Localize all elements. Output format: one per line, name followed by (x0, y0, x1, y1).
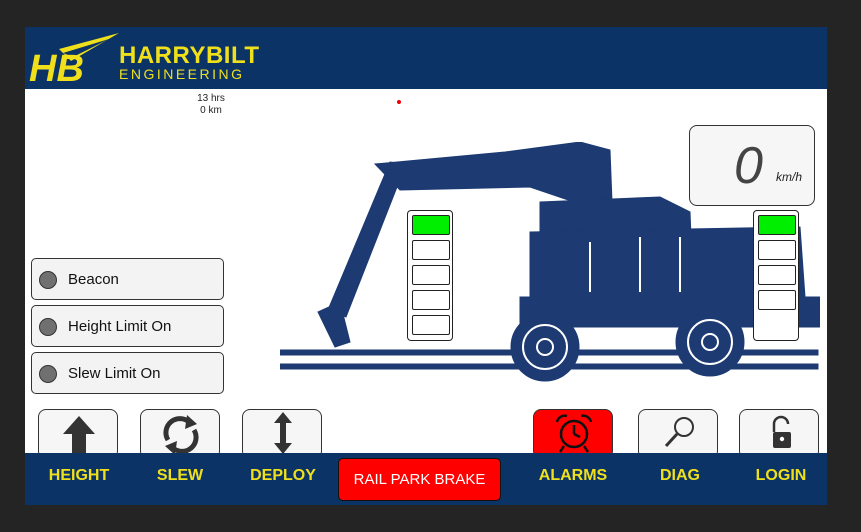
diag-icon-button[interactable] (638, 409, 718, 459)
left-level-cell (412, 215, 450, 235)
right-level-cell (758, 240, 796, 260)
right-level-cell (758, 215, 796, 235)
slew-button[interactable]: SLEW (140, 467, 220, 485)
height-icon-button[interactable] (38, 409, 118, 459)
login-icon-button[interactable] (739, 409, 819, 459)
indicator-beacon[interactable]: Beacon (31, 258, 224, 300)
brand-subtitle: ENGINEERING (119, 66, 245, 82)
alarms-button[interactable]: ALARMS (533, 467, 613, 485)
right-level-cell (758, 265, 796, 285)
header-bar: HB HARRYBILT ENGINEERING (25, 27, 827, 89)
slew-limit-lamp-icon (39, 365, 57, 383)
indicator-slew-limit[interactable]: Slew Limit On (31, 352, 224, 394)
distance-readout: 0 km (200, 105, 222, 116)
right-level-stack (753, 210, 799, 341)
harrybilt-logo: HB (29, 33, 119, 85)
login-button[interactable]: LOGIN (741, 467, 821, 485)
indicator-height-limit[interactable]: Height Limit On (31, 305, 224, 347)
height-button[interactable]: HEIGHT (39, 467, 119, 485)
speed-value: 0 (734, 137, 763, 195)
left-level-stack (407, 210, 453, 341)
indicator-label: Height Limit On (68, 318, 172, 335)
left-level-cell (412, 240, 450, 260)
deploy-icon-button[interactable] (242, 409, 322, 459)
speed-unit: km/h (776, 170, 803, 184)
footer-bar: HEIGHT SLEW DEPLOY RAIL PARK BRAKE ALARM… (25, 453, 827, 505)
diag-button[interactable]: DIAG (640, 467, 720, 485)
rail-park-brake-button[interactable]: RAIL PARK BRAKE (338, 458, 501, 501)
left-level-cell (412, 290, 450, 310)
hours-readout: 13 hrs (197, 93, 225, 104)
speed-display: 0 km/h (689, 125, 815, 206)
indicator-label: Beacon (68, 271, 119, 288)
beacon-lamp-icon (39, 271, 57, 289)
indicator-label: Slew Limit On (68, 365, 161, 382)
right-level-cell (758, 290, 796, 310)
slew-icon-button[interactable] (140, 409, 220, 459)
hmi-panel: HB HARRYBILT ENGINEERING 13 hrs 0 km Bea… (25, 27, 827, 505)
left-level-cell (412, 265, 450, 285)
svg-text:HB: HB (29, 48, 84, 85)
height-limit-lamp-icon (39, 318, 57, 336)
left-level-cell (412, 315, 450, 335)
deploy-button[interactable]: DEPLOY (242, 467, 324, 485)
status-dot (397, 100, 401, 104)
alarms-icon-button[interactable] (533, 409, 613, 459)
